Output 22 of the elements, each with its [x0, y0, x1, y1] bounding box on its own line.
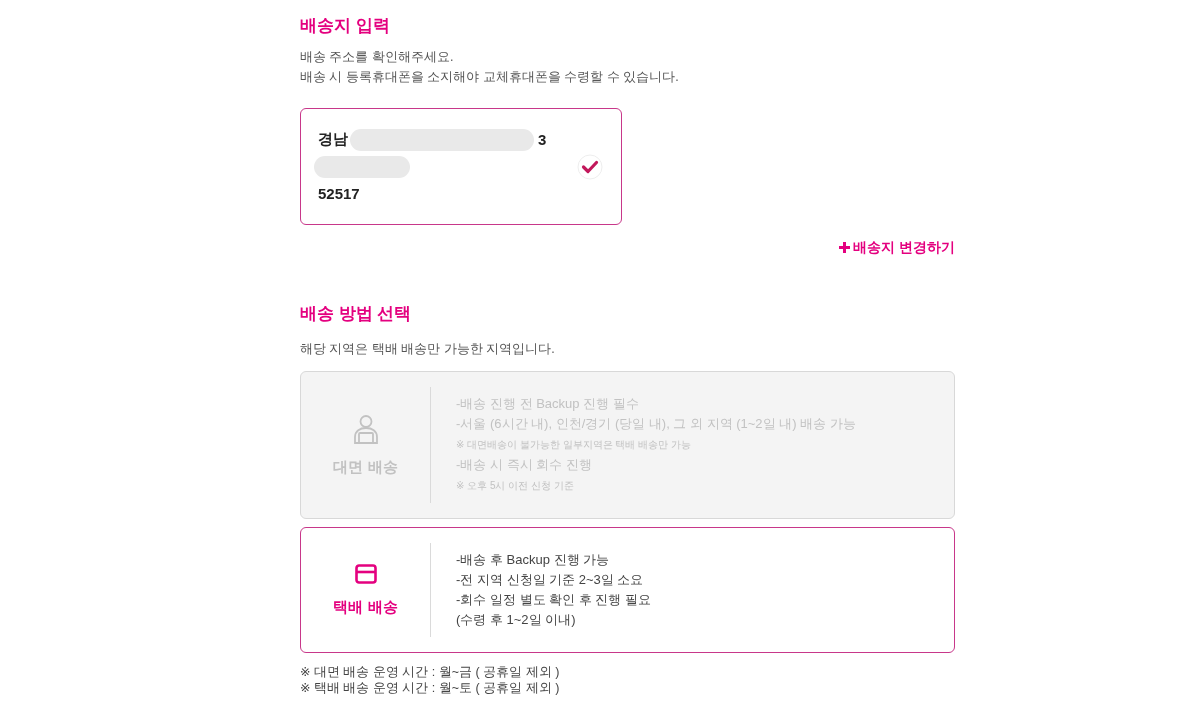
footnote-text: ※ 택배 배송 운영 시간 : 월~토 ( 공휴일 제외 )	[300, 680, 560, 696]
check-icon	[577, 153, 603, 180]
section-title: 배송지 입력	[300, 15, 390, 37]
section-title: 배송 방법 선택	[300, 303, 412, 325]
description-text: 배송 주소를 확인해주세요.	[300, 49, 454, 66]
option-detail-text: -회수 일정 별도 확인 후 진행 필요	[456, 591, 651, 609]
plus-icon	[839, 241, 851, 253]
address-text: 52517	[318, 185, 360, 202]
option-detail-text: (수령 후 1~2일 이내)	[456, 611, 576, 629]
description-text: 배송 시 등록휴대폰을 소지해야 교체휴대폰을 수령할 수 있습니다.	[300, 69, 679, 86]
delivery-option-card[interactable]: 택배 배송 -배송 후 Backup 진행 가능 -전 지역 신청일 기준 2~3일 소요 -회수 일정 별도 확인 후 진행 필요 (수령 후 1~2일 이내)	[300, 527, 955, 653]
option-detail-text: -전 지역 신청일 기준 2~3일 소요	[456, 571, 644, 589]
address-card[interactable]: 경남 3 52517	[300, 108, 622, 225]
option-label: 택배 배송	[333, 596, 398, 617]
person-icon	[352, 413, 379, 444]
box-icon	[354, 563, 377, 584]
address-text: 3	[538, 131, 547, 148]
option-detail-text: -배송 후 Backup 진행 가능	[456, 551, 610, 569]
address-text: 경남	[318, 130, 348, 149]
footnote-text: ※ 대면 배송 운영 시간 : 월~금 ( 공휴일 제외 )	[300, 664, 560, 680]
change-address-link[interactable]: 배송지 변경하기	[839, 237, 955, 257]
description-text: 해당 지역은 택배 배송만 가능한 지역입니다.	[300, 341, 555, 358]
